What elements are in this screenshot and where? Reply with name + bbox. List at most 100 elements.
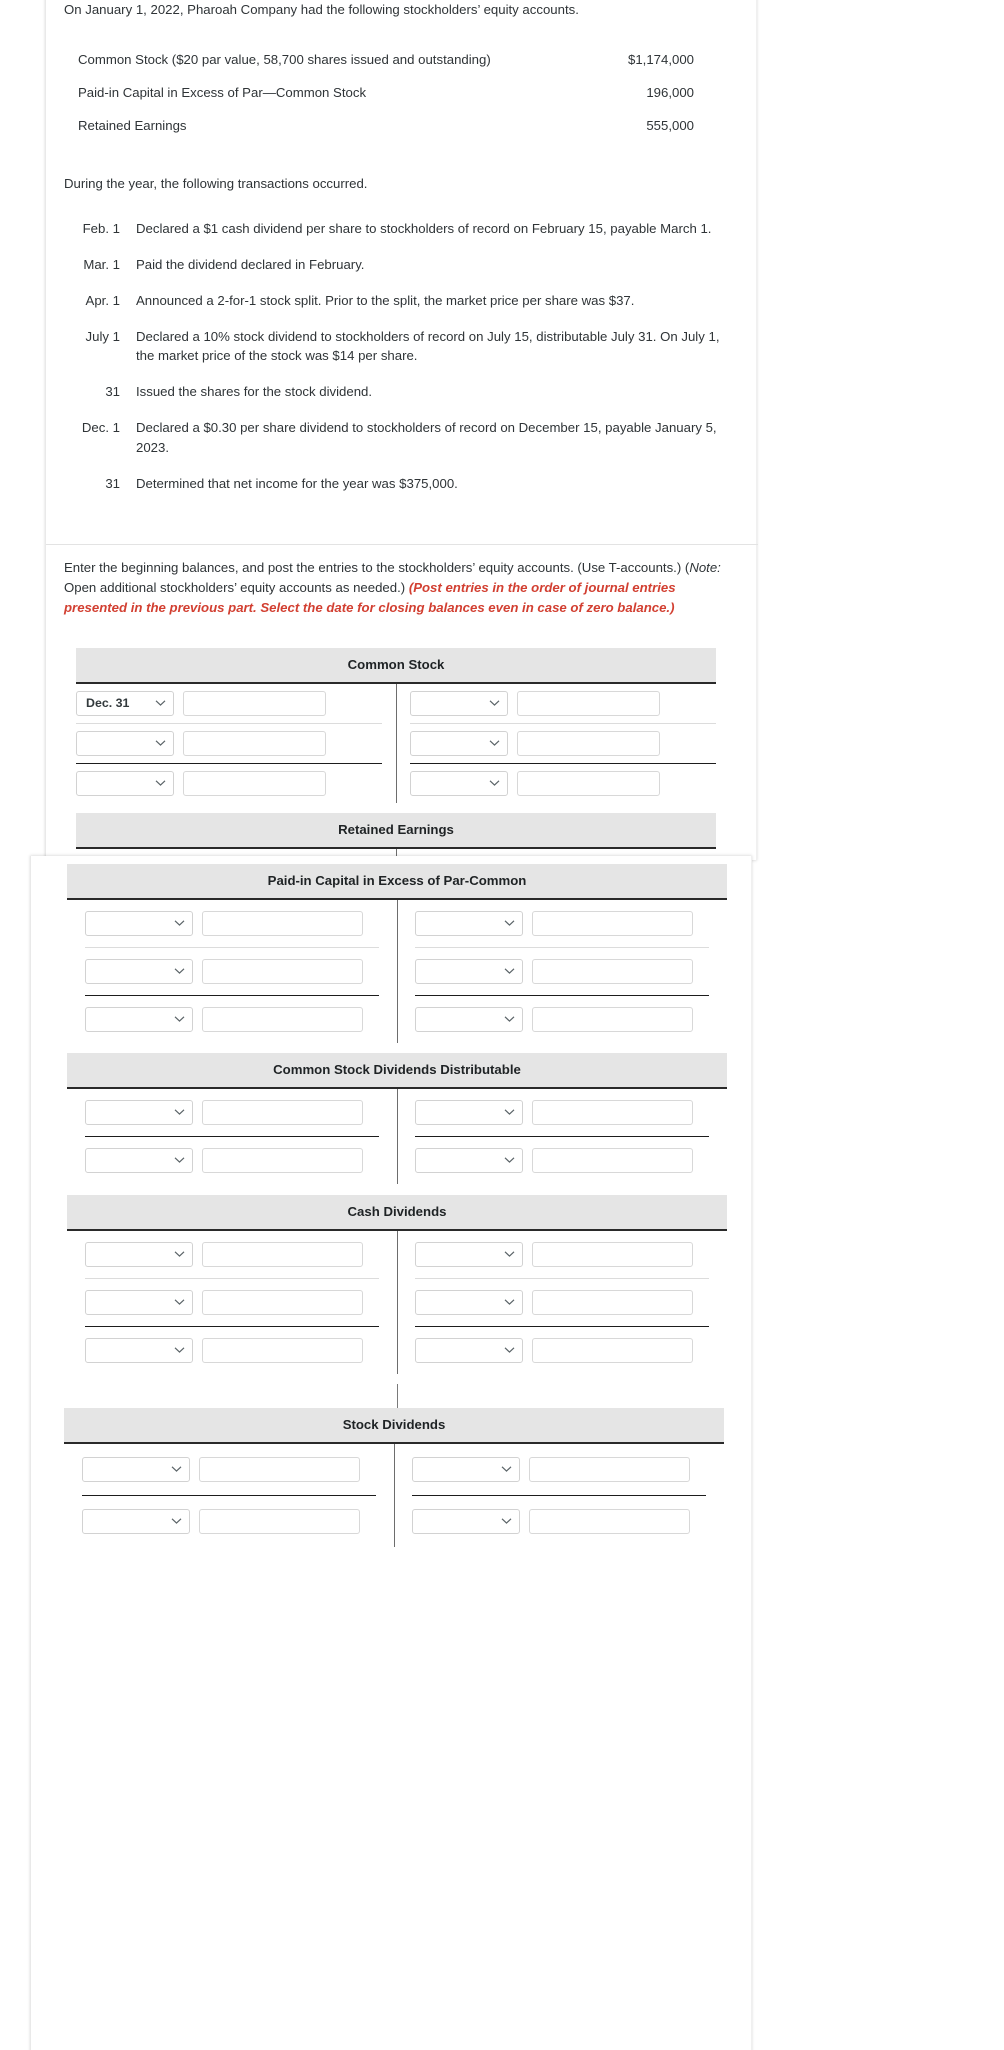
date-select[interactable] [415, 1147, 523, 1173]
transaction-date: Apr. 1 [85, 292, 120, 308]
t-accounts-panel: Paid-in Capital in Excess of Par-Common [30, 856, 752, 2050]
chevron-down-icon [174, 1251, 185, 1258]
date-select[interactable] [85, 1337, 193, 1363]
date-select[interactable] [85, 1099, 193, 1125]
debit-side-cell [76, 764, 396, 803]
instruction-text: Enter the beginning balances, and post t… [46, 558, 758, 618]
date-select[interactable] [410, 770, 508, 796]
amount-input[interactable] [202, 1099, 363, 1125]
beginning-balances-body: Common Stock ($20 par value, 58,700 shar… [64, 43, 742, 142]
debit-side-cell [67, 1089, 397, 1136]
balance-amount: 555,000 [646, 118, 694, 134]
t-account-paid-in-capital: Paid-in Capital in Excess of Par-Common [67, 864, 727, 1043]
amount-input[interactable] [529, 1456, 690, 1482]
transaction-date: 31 [105, 384, 120, 400]
date-select[interactable] [82, 1456, 190, 1482]
amount-input[interactable] [199, 1456, 360, 1482]
date-select[interactable] [415, 1337, 523, 1363]
transaction-description: Determined that net income for the year … [136, 475, 458, 491]
date-select[interactable] [82, 1508, 190, 1534]
date-select[interactable]: Dec. 31 [76, 690, 174, 716]
amount-input[interactable] [202, 958, 363, 984]
credit-side-cell [397, 1089, 727, 1136]
balance-amount: $1,174,000 [627, 52, 694, 68]
amount-input[interactable] [183, 690, 326, 716]
amount-input[interactable] [517, 730, 660, 756]
date-select[interactable] [415, 958, 523, 984]
amount-input[interactable] [517, 770, 660, 796]
date-select[interactable] [85, 1147, 193, 1173]
amount-input[interactable] [202, 1241, 363, 1267]
t-account-center-divider [396, 683, 397, 803]
transactions-table: Feb. 1 Declared a $1 cash dividend per s… [64, 211, 742, 501]
chevron-down-icon [501, 1466, 512, 1473]
credit-side-cell [397, 900, 727, 947]
date-select[interactable] [410, 730, 508, 756]
amount-input[interactable] [517, 690, 660, 716]
debit-side-cell: Dec. 31 [76, 684, 396, 723]
date-select[interactable] [85, 1006, 193, 1032]
amount-input[interactable] [199, 1508, 360, 1534]
date-select[interactable] [76, 770, 174, 796]
amount-input[interactable] [202, 1147, 363, 1173]
amount-input[interactable] [202, 1289, 363, 1315]
amount-input[interactable] [532, 958, 693, 984]
t-account-body [67, 1230, 727, 1374]
chevron-down-icon [489, 780, 500, 787]
transaction-description: Declared a $0.30 per share dividend to s… [136, 419, 717, 455]
chevron-down-icon [504, 920, 515, 927]
chevron-down-icon [155, 700, 166, 707]
date-select[interactable] [412, 1456, 520, 1482]
credit-side-cell [397, 948, 727, 995]
amount-input[interactable] [532, 1006, 693, 1032]
t-account-body [64, 1443, 724, 1547]
chevron-down-icon [155, 780, 166, 787]
date-select[interactable] [415, 1099, 523, 1125]
debit-side-cell [76, 724, 396, 763]
amount-input[interactable] [532, 1289, 693, 1315]
table-row: Dec. 1 Declared a $0.30 per share divide… [64, 410, 742, 466]
date-select[interactable] [415, 1241, 523, 1267]
credit-side-cell [397, 1137, 727, 1184]
amount-input[interactable] [532, 1099, 693, 1125]
date-select[interactable] [85, 958, 193, 984]
debit-side-cell [67, 1279, 397, 1326]
date-select[interactable] [410, 690, 508, 716]
amount-input[interactable] [532, 1147, 693, 1173]
chevron-down-icon [174, 1016, 185, 1023]
credit-side-cell [397, 1279, 727, 1326]
section-divider [46, 544, 758, 545]
amount-input[interactable] [202, 910, 363, 936]
table-row: Apr. 1 Announced a 2-for-1 stock split. … [64, 283, 742, 319]
debit-side-cell [64, 1496, 394, 1547]
t-account-title: Common Stock [76, 648, 716, 684]
problem-panel: On January 1, 2022, Pharoah Company had … [45, 0, 758, 968]
table-row: Mar. 1 Paid the dividend declared in Feb… [64, 247, 742, 283]
amount-input[interactable] [532, 910, 693, 936]
date-select[interactable] [85, 1289, 193, 1315]
table-row: 31 Determined that net income for the ye… [64, 466, 742, 502]
amount-input[interactable] [532, 1337, 693, 1363]
transaction-date: Dec. 1 [81, 419, 120, 435]
date-select[interactable] [415, 1289, 523, 1315]
date-select[interactable] [85, 1241, 193, 1267]
chevron-down-icon [504, 1299, 515, 1306]
amount-input[interactable] [529, 1508, 690, 1534]
amount-input[interactable] [532, 1241, 693, 1267]
date-select[interactable] [76, 730, 174, 756]
amount-input[interactable] [183, 730, 326, 756]
date-select[interactable] [412, 1508, 520, 1534]
balance-amount: 196,000 [646, 85, 694, 101]
table-row: Retained Earnings 555,000 [64, 109, 742, 142]
chevron-down-icon [504, 1251, 515, 1258]
amount-input[interactable] [202, 1337, 363, 1363]
date-select[interactable] [415, 910, 523, 936]
amount-input[interactable] [202, 1006, 363, 1032]
transaction-description: Issued the shares for the stock dividend… [136, 384, 373, 400]
chevron-down-icon [171, 1518, 182, 1525]
date-select[interactable] [415, 1006, 523, 1032]
transaction-description: Paid the dividend declared in February. [136, 256, 365, 272]
credit-side-cell [397, 1327, 727, 1374]
date-select[interactable] [85, 910, 193, 936]
amount-input[interactable] [183, 770, 326, 796]
